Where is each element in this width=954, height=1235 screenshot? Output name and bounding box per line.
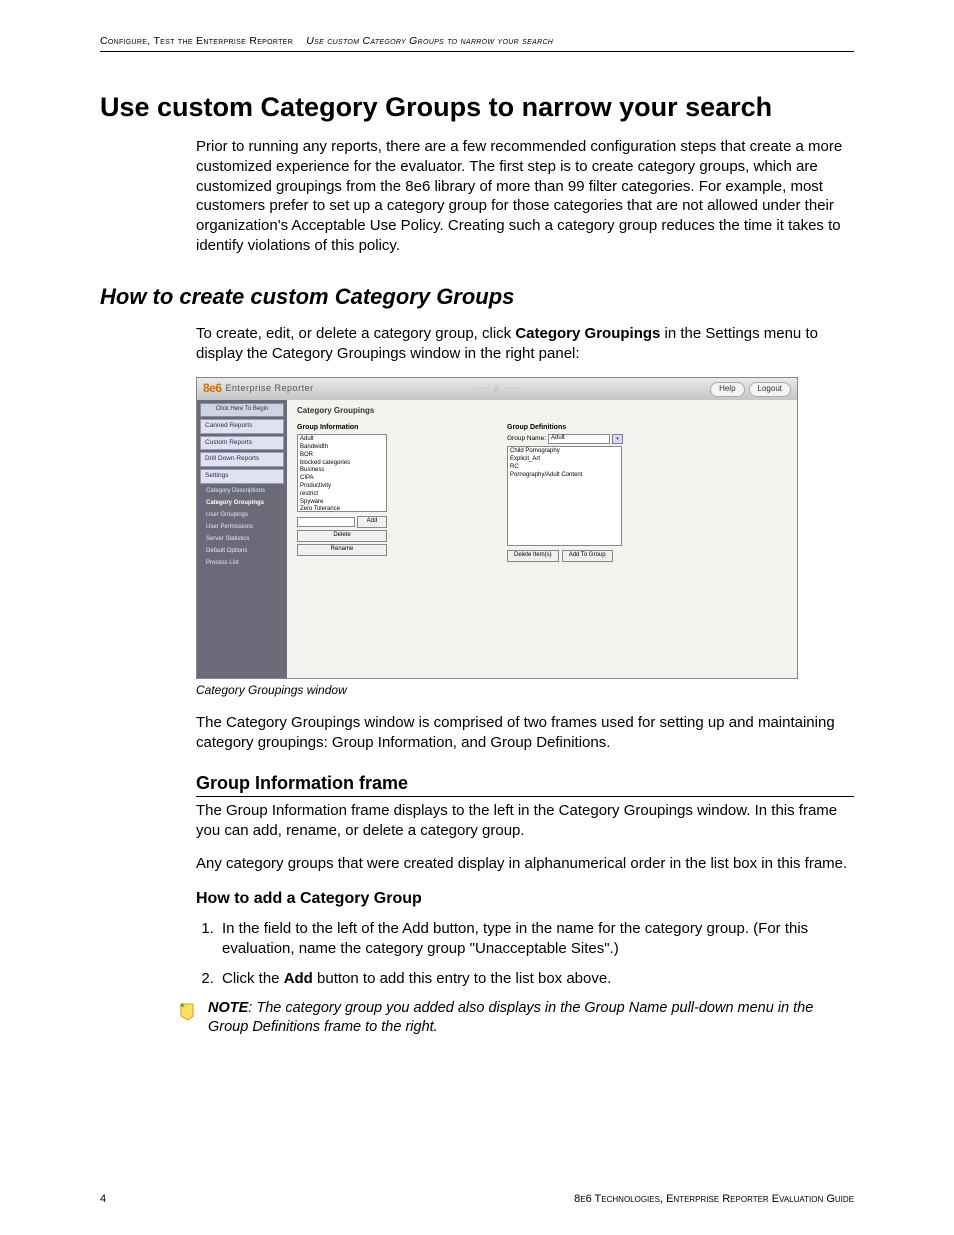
header-right: Use custom Category Groups to narrow you… xyxy=(306,35,553,47)
delete-items-button[interactable]: Delete Item(s) xyxy=(507,550,559,562)
logout-button[interactable]: Logout xyxy=(749,382,791,397)
delete-button[interactable]: Delete xyxy=(297,530,387,542)
frame-description-1: The Group Information frame displays to … xyxy=(196,801,854,841)
note-icon xyxy=(178,1001,200,1023)
nav-sub-cat-desc[interactable]: Category Descriptions xyxy=(200,486,284,496)
header-left: Configure, Test the Enterprise Reporter xyxy=(100,35,293,47)
nav-drill-down[interactable]: Drill Down Reports xyxy=(200,452,284,467)
frames-description: The Category Groupings window is compris… xyxy=(196,713,854,753)
note-text: NOTE: The category group you added also … xyxy=(208,999,854,1037)
intro-paragraph: Prior to running any reports, there are … xyxy=(196,137,854,256)
nav-sub-user-perm[interactable]: User Permissions xyxy=(200,522,284,532)
nav-canned-reports[interactable]: Canned Reports xyxy=(200,419,284,434)
group-information-frame: Group Information Adult Bandwidth BOR bl… xyxy=(297,423,387,562)
screenshot-category-groupings: 8e6 Enterprise Reporter ···· ⌂ ···· Help… xyxy=(196,377,798,679)
new-group-input[interactable] xyxy=(297,517,355,527)
step-1: In the field to the left of the Add butt… xyxy=(218,919,854,959)
steps-list: In the field to the left of the Add butt… xyxy=(196,919,854,988)
nav-sub-cat-group[interactable]: Category Groupings xyxy=(200,498,284,508)
nav-sub-server-stats[interactable]: Server Statistics xyxy=(200,534,284,544)
add-button[interactable]: Add xyxy=(357,516,387,528)
minor-heading: How to add a Category Group xyxy=(196,888,854,909)
subsection-heading: Group Information frame xyxy=(196,773,854,797)
grip-icon: ···· ⌂ ···· xyxy=(474,383,519,395)
nav-sub-default-opts[interactable]: Default Options xyxy=(200,546,284,556)
instruction-paragraph: To create, edit, or delete a category gr… xyxy=(196,324,854,364)
nav-custom-reports[interactable]: Custom Reports xyxy=(200,436,284,451)
section-heading: How to create custom Category Groups xyxy=(100,284,854,310)
group-definitions-frame: Group Definitions Group Name: Adult ▾ Ch… xyxy=(507,423,623,562)
app-logo: 8e6 xyxy=(203,381,222,397)
sidebar: Click Here To Begin Canned Reports Custo… xyxy=(197,400,287,678)
frame-description-2: Any category groups that were created di… xyxy=(196,854,854,874)
group-info-label: Group Information xyxy=(297,423,387,432)
page-title: Use custom Category Groups to narrow you… xyxy=(100,92,854,123)
group-def-label: Group Definitions xyxy=(507,423,623,432)
footer-text: 8e6 Technologies, Enterprise Reporter Ev… xyxy=(574,1193,854,1205)
group-name-dropdown[interactable]: Adult xyxy=(548,434,610,444)
nav-sub-user-group[interactable]: User Groupings xyxy=(200,510,284,520)
page-number: 4 xyxy=(100,1193,106,1205)
page-footer: 4 8e6 Technologies, Enterprise Reporter … xyxy=(100,1193,854,1205)
chevron-down-icon[interactable]: ▾ xyxy=(612,434,623,444)
main-panel: Category Groupings Group Information Adu… xyxy=(287,400,797,678)
group-def-listbox[interactable]: Child Pornography Explicit_Art RC Pornog… xyxy=(507,446,622,546)
group-name-label: Group Name: xyxy=(507,435,546,444)
running-header: Configure, Test the Enterprise Reporter … xyxy=(100,35,854,52)
nav-settings[interactable]: Settings xyxy=(200,469,284,484)
panel-title: Category Groupings xyxy=(297,406,787,417)
nav-header[interactable]: Click Here To Begin xyxy=(200,403,284,417)
app-titlebar: 8e6 Enterprise Reporter ···· ⌂ ···· Help… xyxy=(197,378,797,401)
figure-caption: Category Groupings window xyxy=(196,683,854,699)
help-button[interactable]: Help xyxy=(710,382,744,397)
rename-button[interactable]: Rename xyxy=(297,544,387,556)
group-info-listbox[interactable]: Adult Bandwidth BOR blocked categories B… xyxy=(297,434,387,512)
step-2: Click the Add button to add this entry t… xyxy=(218,969,854,989)
add-to-group-button[interactable]: Add To Group xyxy=(562,550,613,562)
app-title: Enterprise Reporter xyxy=(226,383,314,395)
nav-sub-process-list[interactable]: Process List xyxy=(200,558,284,568)
